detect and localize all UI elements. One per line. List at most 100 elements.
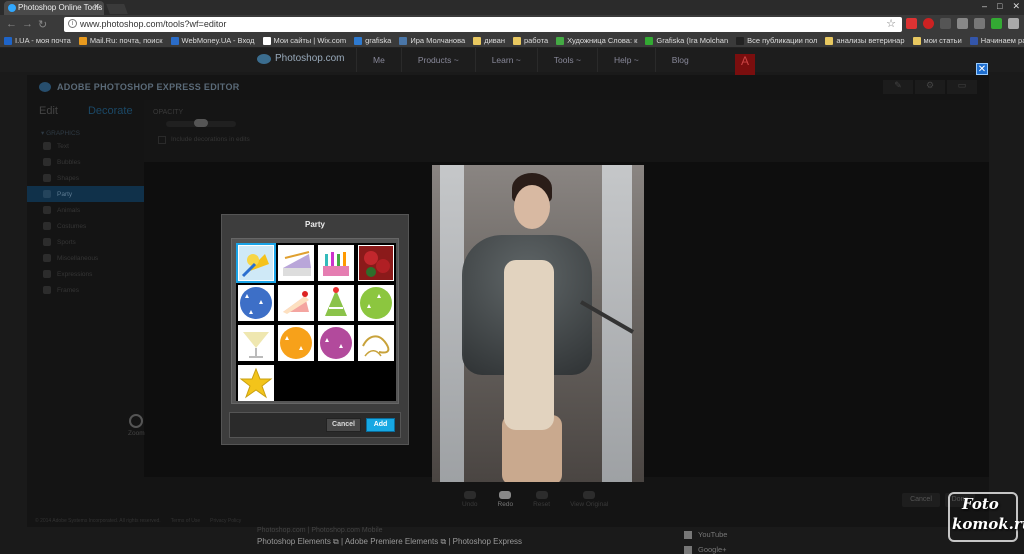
bookmark-item[interactable]: Все публикации пол <box>732 36 821 45</box>
opacity-label: OPACITY <box>153 109 184 116</box>
menu-item-expressions[interactable]: Expressions <box>27 266 144 282</box>
browser-tab[interactable]: Photoshop Online Tools ✕ <box>4 1 104 15</box>
bottom-tools: Undo Redo Reset View Original <box>462 491 608 508</box>
bookmark-item[interactable]: диван <box>469 36 509 45</box>
site-logo-text: Photoshop.com <box>275 53 345 64</box>
cancel-button[interactable]: Cancel <box>326 418 361 432</box>
tab-decorate[interactable]: Decorate <box>88 105 133 117</box>
edit-icon[interactable]: ✎ <box>883 80 913 94</box>
include-decorations-checkbox[interactable] <box>158 136 166 144</box>
extension-icon[interactable] <box>1008 18 1019 29</box>
costumes-icon <box>43 222 51 230</box>
bookmark-item[interactable]: мои статьи <box>909 36 966 45</box>
gold-swirl-thumbnail[interactable] <box>358 325 394 361</box>
footer-links[interactable]: Photoshop Elements ⧉ | Adobe Premiere El… <box>257 537 522 547</box>
close-editor-icon[interactable]: ✕ <box>976 63 988 75</box>
url-input[interactable]: i www.photoshop.com/tools?wf=editor ☆ <box>64 17 902 32</box>
green-balloon-thumbnail[interactable] <box>358 285 394 321</box>
address-bar: ← → ↻ i www.photoshop.com/tools?wf=edito… <box>0 15 1024 34</box>
site-nav-item[interactable]: Help ~ <box>596 48 655 72</box>
editor-cancel-button[interactable]: Cancel <box>902 493 940 507</box>
photoshop-logo-icon <box>257 53 271 64</box>
menu-item-costumes[interactable]: Costumes <box>27 218 144 234</box>
bookmark-item[interactable]: Ира Молчанова <box>395 36 469 45</box>
youtube-link[interactable]: YouTube <box>684 530 727 539</box>
reload-icon[interactable]: ↻ <box>38 18 47 31</box>
extension-icon[interactable] <box>940 18 951 29</box>
graphics-header[interactable]: ▾ GRAPHICS <box>41 129 80 137</box>
site-nav-item[interactable]: Blog <box>654 48 705 72</box>
extension-icon[interactable] <box>923 18 934 29</box>
bookmark-star-icon[interactable]: ☆ <box>886 17 896 30</box>
gold-star-thumbnail[interactable] <box>238 365 274 401</box>
champagne-glass-thumbnail[interactable] <box>238 325 274 361</box>
bookmark-item[interactable]: grafiska <box>350 36 395 45</box>
champagne-glass-icon <box>239 326 273 360</box>
bookmark-item[interactable]: Мои сайты | Wix.com <box>259 36 351 45</box>
bookmark-item[interactable]: Mail.Ru: почта, поиск <box>75 36 167 45</box>
tab-edit[interactable]: Edit <box>39 105 58 117</box>
redo-button[interactable]: Redo <box>498 491 513 508</box>
info-icon[interactable]: i <box>68 19 77 28</box>
photo-canvas[interactable] <box>432 165 644 482</box>
party-tent-thumbnail[interactable] <box>278 245 314 281</box>
undo-button[interactable]: Undo <box>462 491 478 508</box>
rose-bouquet-thumbnail[interactable] <box>358 245 394 281</box>
back-icon[interactable]: ← <box>6 18 17 30</box>
bookmark-item[interactable]: WebMoney.UA - Вход <box>167 36 259 45</box>
maximize-icon[interactable]: □ <box>997 1 1002 12</box>
menu-item-animals[interactable]: Animals <box>27 202 144 218</box>
site-nav-item[interactable]: Learn ~ <box>474 48 537 72</box>
menu-item-miscellaneous[interactable]: Miscellaneous <box>27 250 144 266</box>
new-tab-button[interactable] <box>106 4 128 14</box>
bookmark-item[interactable]: Художница Слова: к <box>552 36 641 45</box>
url-text: www.photoshop.com/tools?wf=editor <box>80 19 227 29</box>
zoom-tool[interactable]: Zoom <box>128 414 145 437</box>
birthday-candles-thumbnail[interactable] <box>318 245 354 281</box>
purple-balloon-thumbnail[interactable] <box>318 325 354 361</box>
blue-balloon-thumbnail[interactable] <box>238 285 274 321</box>
fullscreen-icon[interactable]: ▭ <box>947 80 977 94</box>
googleplus-link[interactable]: Google+ <box>684 545 727 554</box>
menu-item-bubbles[interactable]: Bubbles <box>27 154 144 170</box>
minimize-icon[interactable]: – <box>982 1 987 12</box>
cake-slice-thumbnail[interactable] <box>278 285 314 321</box>
extension-icon[interactable] <box>906 18 917 29</box>
close-tab-icon[interactable]: ✕ <box>93 2 100 11</box>
menu-item-text[interactable]: Text <box>27 138 144 154</box>
reset-button[interactable]: Reset <box>533 491 550 508</box>
view-original-button[interactable]: View Original <box>570 491 608 508</box>
legal-text[interactable]: Privacy Policy <box>210 518 241 524</box>
menu-item-party[interactable]: Party <box>27 186 144 202</box>
site-nav-item[interactable]: Products ~ <box>400 48 475 72</box>
bookmark-item[interactable]: I.UA - моя почта <box>0 36 75 45</box>
settings-icon[interactable]: ⚙ <box>915 80 945 94</box>
legal-text[interactable]: Terms of Use <box>171 518 200 524</box>
extension-icon[interactable] <box>991 18 1002 29</box>
menu-item-shapes[interactable]: Shapes <box>27 170 144 186</box>
forward-icon[interactable]: → <box>22 18 33 30</box>
bookmark-label: Художница Слова: к <box>567 36 638 45</box>
opacity-slider-handle[interactable] <box>194 119 208 127</box>
extension-icons <box>906 18 1024 29</box>
party-hat-thumbnail[interactable] <box>318 285 354 321</box>
bookmark-label: Мои сайты | Wix.com <box>273 36 347 45</box>
close-window-icon[interactable]: ✕ <box>1012 1 1020 12</box>
extension-icon[interactable] <box>957 18 968 29</box>
menu-item-frames[interactable]: Frames <box>27 282 144 298</box>
bookmark-item[interactable]: Начинаем работу с р <box>966 36 1024 45</box>
party-favors-thumbnail[interactable] <box>236 243 276 283</box>
bookmark-label: I.UA - моя почта <box>15 36 71 45</box>
menu-item-sports[interactable]: Sports <box>27 234 144 250</box>
googleplus-icon <box>684 545 692 554</box>
orange-balloon-thumbnail[interactable] <box>278 325 314 361</box>
add-button[interactable]: Add <box>366 418 395 432</box>
extension-icon[interactable] <box>974 18 985 29</box>
opacity-slider[interactable] <box>166 119 236 127</box>
bookmark-item[interactable]: Grafiska (Ira Molchan <box>641 36 732 45</box>
site-nav-item[interactable]: Me <box>356 48 401 72</box>
site-nav-item[interactable]: Tools ~ <box>536 48 597 72</box>
site-logo[interactable]: Photoshop.com <box>257 53 345 64</box>
bookmark-item[interactable]: работа <box>509 36 552 45</box>
bookmark-item[interactable]: анализы ветеринар <box>821 36 908 45</box>
